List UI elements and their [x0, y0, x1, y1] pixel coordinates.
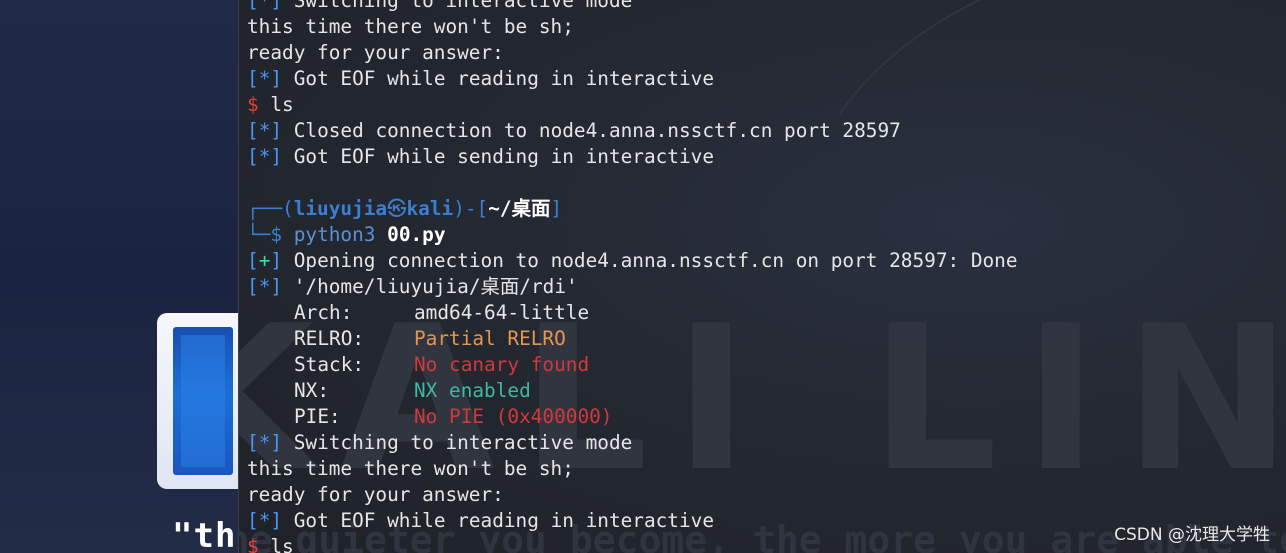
- checksec-label: RELRO:: [294, 327, 365, 350]
- status-bracket-open: [: [247, 509, 259, 532]
- checksec-value: amd64-64-little: [414, 301, 590, 324]
- output-text: ready for your answer:: [247, 483, 504, 506]
- command-name: python3: [293, 223, 376, 246]
- status-text: Got EOF while reading in interactive: [282, 509, 715, 532]
- terminal-line: [*] '/home/liuyujia/桌面/rdi': [247, 274, 1286, 300]
- status-bracket-close: ]: [270, 0, 283, 12]
- checksec-label: PIE:: [294, 405, 341, 428]
- output-text: ready for your answer:: [247, 41, 504, 64]
- status-bracket-close: ]: [270, 119, 283, 142]
- shell-prompt-dollar: $: [247, 93, 259, 116]
- prompt-hostname: kali: [406, 197, 454, 220]
- checksec-label: Stack:: [294, 353, 365, 376]
- prompt-box-start: ┌──(: [247, 197, 294, 220]
- prompt-box-corner: └─: [247, 223, 271, 246]
- terminal-line: this time there won't be sh;: [247, 456, 1286, 482]
- output-text: this time there won't be sh;: [247, 15, 574, 38]
- terminal-output[interactable]: [*] Switching to interactive mode this ti…: [247, 0, 1286, 553]
- status-mark: +: [258, 249, 271, 272]
- terminal-line: NX: NX enabled: [247, 378, 1286, 404]
- status-mark: *: [258, 509, 271, 532]
- output-text: this time there won't be sh;: [247, 457, 574, 480]
- terminal-line: [+] Opening connection to node4.anna.nss…: [247, 248, 1286, 274]
- status-bracket-close: ]: [270, 431, 283, 454]
- status-text: Got EOF while sending in interactive: [282, 145, 715, 168]
- prompt-dollar: $: [270, 223, 283, 246]
- status-bracket-close: ]: [270, 509, 283, 532]
- status-bracket-open: [: [247, 145, 259, 168]
- status-mark: *: [258, 145, 271, 168]
- status-text: Closed connection to node4.anna.nssctf.c…: [282, 119, 901, 142]
- typed-command: ls: [258, 93, 294, 116]
- status-bracket-close: ]: [270, 275, 283, 298]
- status-bracket-close: ]: [270, 145, 283, 168]
- terminal-line: ready for your answer:: [247, 40, 1286, 66]
- checksec-value: No PIE (0x400000): [414, 405, 613, 428]
- checksec-value: No canary found: [414, 353, 590, 376]
- desktop-background: "th: [0, 0, 238, 553]
- checksec-label: NX:: [294, 379, 330, 402]
- terminal-line: Arch: amd64-64-little: [247, 300, 1286, 326]
- terminal-line: ┌──(liuyujia㉿kali)-[~/桌面]: [247, 196, 1286, 222]
- terminal-line: this time there won't be sh;: [247, 14, 1286, 40]
- status-text: Opening connection to node4.anna.nssctf.…: [282, 249, 1018, 272]
- prompt-username: liuyujia: [293, 197, 388, 220]
- status-bracket-close: ]: [270, 67, 283, 90]
- prompt-at-symbol: ㉿: [387, 197, 407, 220]
- status-bracket-close: ]: [270, 249, 283, 272]
- status-mark: *: [258, 431, 271, 454]
- terminal-line: ready for your answer:: [247, 482, 1286, 508]
- prompt-separator: )-[: [453, 197, 489, 220]
- checksec-value: NX enabled: [414, 379, 531, 402]
- typed-command: ls: [258, 535, 294, 553]
- shell-prompt-dollar: $: [247, 535, 259, 553]
- terminal-window[interactable]: KALI LINUX "the quieter you become, the …: [238, 0, 1286, 553]
- status-bracket-open: [: [247, 67, 259, 90]
- status-bracket-open: [: [247, 431, 259, 454]
- kali-desktop-logo-icon: [157, 313, 238, 489]
- terminal-line: [*] Switching to interactive mode: [247, 430, 1286, 456]
- terminal-line: [*] Closed connection to node4.anna.nssc…: [247, 118, 1286, 144]
- status-bracket-open: [: [247, 275, 259, 298]
- status-mark: *: [258, 119, 271, 142]
- terminal-line: Stack: No canary found: [247, 352, 1286, 378]
- terminal-line: [*] Switching to interactive mode: [247, 0, 1286, 14]
- checksec-label: Arch:: [294, 301, 353, 324]
- terminal-line: PIE: No PIE (0x400000): [247, 404, 1286, 430]
- prompt-box-end: ]: [550, 197, 563, 220]
- terminal-line: [*] Got EOF while sending in interactive: [247, 144, 1286, 170]
- terminal-line: $ ls: [247, 92, 1286, 118]
- status-mark: *: [258, 67, 271, 90]
- csdn-watermark: CSDN @沈理大学牲: [1114, 525, 1270, 545]
- status-text: Got EOF while reading in interactive: [282, 67, 715, 90]
- status-text: '/home/liuyujia/桌面/rdi': [282, 275, 578, 298]
- terminal-line: RELRO: Partial RELRO: [247, 326, 1286, 352]
- command-argument: 00.py: [387, 223, 446, 246]
- status-bracket-open: [: [247, 0, 259, 12]
- terminal-line: [*] Got EOF while reading in interactive: [247, 66, 1286, 92]
- terminal-line: └─$ python3 00.py: [247, 222, 1286, 248]
- status-text: Switching to interactive mode: [282, 0, 633, 12]
- desktop-tagline: "th: [172, 516, 237, 553]
- prompt-working-dir: ~/桌面: [488, 197, 551, 220]
- status-text: Switching to interactive mode: [282, 431, 633, 454]
- checksec-value: Partial RELRO: [414, 327, 566, 350]
- status-mark: *: [258, 0, 271, 12]
- status-bracket-open: [: [247, 249, 259, 272]
- status-bracket-open: [: [247, 119, 259, 142]
- status-mark: *: [258, 275, 271, 298]
